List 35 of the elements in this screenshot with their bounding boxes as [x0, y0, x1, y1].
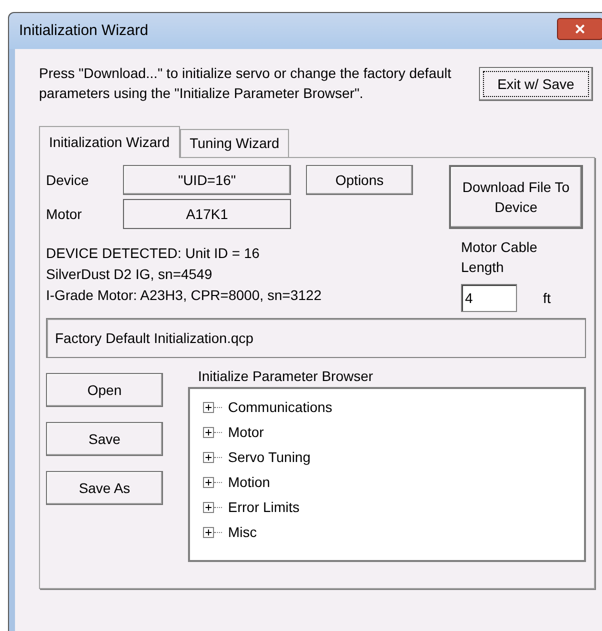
- browser-label: Initialize Parameter Browser: [198, 368, 374, 384]
- unit-label: ft: [543, 288, 551, 308]
- expand-icon[interactable]: [203, 502, 214, 513]
- expand-icon[interactable]: [203, 527, 214, 538]
- file-button[interactable]: Save As: [46, 471, 163, 505]
- device-field: "UID=16": [123, 165, 291, 195]
- cable-length-input[interactable]: 4: [461, 284, 517, 312]
- options-button[interactable]: Options: [306, 165, 413, 195]
- file-button[interactable]: Open: [46, 373, 163, 407]
- expand-icon[interactable]: [203, 402, 214, 413]
- exit-save-button[interactable]: Exit w/ Save: [478, 67, 593, 101]
- motor-field: A17K1: [123, 199, 291, 229]
- tree-item[interactable]: Servo Tuning: [228, 447, 310, 468]
- tree-item[interactable]: Error Limits: [228, 497, 300, 518]
- tab[interactable]: Initialization Wizard: [39, 126, 180, 158]
- tree-item[interactable]: Motor: [228, 422, 264, 443]
- tree-item[interactable]: Communications: [228, 397, 332, 418]
- tree-item[interactable]: Misc: [228, 522, 257, 543]
- file-path-field: Factory Default Initialization.qcp: [46, 318, 586, 358]
- download-button[interactable]: Download File To Device: [449, 165, 583, 229]
- detected-info-text: SilverDust D2 IG, sn=4549: [46, 265, 214, 284]
- cable-length-label: Motor Cable Length: [461, 238, 538, 277]
- tree-item[interactable]: Motion: [228, 472, 270, 493]
- field-label: Device: [46, 170, 90, 190]
- expand-icon[interactable]: [203, 452, 214, 463]
- detected-info-text: DEVICE DETECTED: Unit ID = 16: [46, 244, 261, 263]
- file-button[interactable]: Save: [46, 422, 163, 456]
- expand-icon[interactable]: [203, 477, 214, 488]
- tab[interactable]: Tuning Wizard: [180, 129, 290, 157]
- expand-icon[interactable]: [203, 427, 214, 438]
- close-button[interactable]: ×: [557, 18, 602, 40]
- window-title: Initialization Wizard: [19, 20, 150, 41]
- detected-info-text: I-Grade Motor: A23H3, CPR=8000, sn=3122: [46, 286, 322, 305]
- instructions-text: Press "Download..." to initialize servo or change the factory default parameters using the "Initialize Parameter Browser".: [39, 64, 452, 103]
- field-label: Motor: [46, 204, 83, 224]
